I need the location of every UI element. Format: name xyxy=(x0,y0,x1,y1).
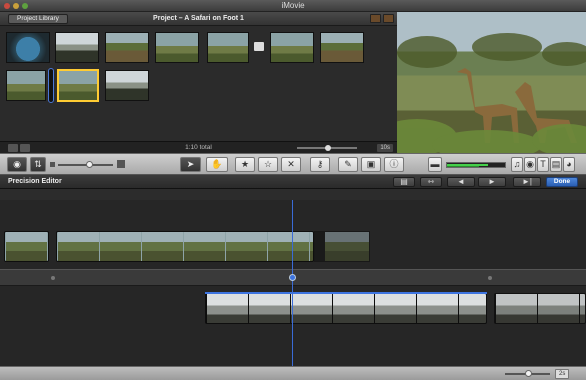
incoming-clip[interactable] xyxy=(205,293,487,324)
editor-zoom-slider[interactable] xyxy=(505,370,550,377)
main-toolbar: ◉ ⇅ ➤ ✋ ★ ☆ ✕ ⚷ ✎ ▣ ⓘ ▬ ♫ ◉ T ▤ ◕ xyxy=(0,153,586,175)
star-empty-icon[interactable]: ☆ xyxy=(258,157,278,172)
info-icon[interactable]: ⓘ xyxy=(384,157,404,172)
project-theme-icon[interactable] xyxy=(370,14,381,23)
large-thumb-icon xyxy=(117,160,125,168)
transition-view-button[interactable]: ⇿ xyxy=(420,177,442,187)
project-clip[interactable] xyxy=(155,32,199,63)
film-icon[interactable]: ▤ xyxy=(550,157,562,172)
project-clip[interactable] xyxy=(6,70,46,101)
clip-view-button[interactable]: ▤ xyxy=(393,177,415,187)
next-edit-button[interactable]: ► xyxy=(478,177,506,187)
project-clip[interactable] xyxy=(105,70,149,101)
project-clip[interactable] xyxy=(320,32,364,63)
edit-point-dot[interactable] xyxy=(51,276,55,280)
project-clip[interactable] xyxy=(6,32,50,63)
arrow-icon[interactable]: ➤ xyxy=(180,157,201,172)
text-icon[interactable]: T xyxy=(537,157,549,172)
project-pane-footer: 1:10 total 10s xyxy=(0,141,397,153)
edit-point-handle[interactable] xyxy=(289,274,296,281)
thumbnail-size-slider[interactable] xyxy=(58,161,113,168)
audio-level-meter xyxy=(446,162,506,168)
photo-icon[interactable]: ◉ xyxy=(524,157,536,172)
globe-icon[interactable]: ◕ xyxy=(563,157,575,172)
project-settings-icon[interactable] xyxy=(383,14,394,23)
key-icon[interactable]: ⚷ xyxy=(310,157,330,172)
precision-editor-area xyxy=(0,189,586,366)
giraffe-scene-image xyxy=(397,33,586,153)
project-browser: Project Library Project – A Safari on Fo… xyxy=(0,12,397,153)
outgoing-clip[interactable] xyxy=(56,231,314,262)
outgoing-clip-unused[interactable] xyxy=(314,231,370,262)
project-clip[interactable] xyxy=(270,32,314,63)
star-filled-icon[interactable]: ★ xyxy=(235,157,255,172)
music-icon[interactable]: ♫ xyxy=(511,157,523,172)
transition-icon[interactable] xyxy=(254,42,264,51)
reject-icon[interactable]: ✕ xyxy=(281,157,301,172)
outgoing-clip-previous[interactable] xyxy=(4,231,49,262)
window-title: iMovie xyxy=(281,1,305,10)
precision-editor-header: Precision Editor ▤ ⇿ ◄ ► ►| Done xyxy=(0,175,586,189)
editor-status-bar: 2s xyxy=(0,366,586,380)
editor-zoom-value: 2s xyxy=(555,369,570,379)
precision-edit-marker[interactable] xyxy=(48,68,54,103)
viewer[interactable] xyxy=(397,12,586,153)
project-clip-selected[interactable] xyxy=(57,69,99,102)
project-clip[interactable] xyxy=(105,32,149,63)
project-header: Project Library Project – A Safari on Fo… xyxy=(0,12,397,26)
project-clip[interactable] xyxy=(207,32,249,63)
playhead[interactable] xyxy=(292,200,293,366)
zoom-slider-knob[interactable] xyxy=(325,145,331,151)
play-edit-button[interactable]: ►| xyxy=(513,177,541,187)
thumbnail-slider-knob[interactable] xyxy=(86,161,93,168)
volume-icon[interactable]: ▬ xyxy=(428,157,442,172)
crop-icon[interactable]: ▣ xyxy=(361,157,381,172)
done-button[interactable]: Done xyxy=(546,177,578,187)
previous-edit-button[interactable]: ◄ xyxy=(447,177,475,187)
window-title-bar: iMovie xyxy=(0,0,586,12)
eyedropper-icon[interactable]: ✎ xyxy=(338,157,358,172)
project-zoom-slider[interactable] xyxy=(297,145,357,151)
incoming-clip-selection-line xyxy=(205,292,487,294)
hand-icon[interactable]: ✋ xyxy=(206,157,228,172)
incoming-clip-next[interactable] xyxy=(494,293,586,324)
audio-level-fill-secondary xyxy=(447,166,479,167)
precision-editor-title: Precision Editor xyxy=(8,178,62,185)
edit-point-dot[interactable] xyxy=(488,276,492,280)
editor-zoom-knob[interactable] xyxy=(525,370,532,377)
small-thumb-icon xyxy=(50,162,55,167)
camera-icon[interactable]: ◉ xyxy=(7,157,27,172)
swap-icon[interactable]: ⇅ xyxy=(30,157,46,172)
project-zoom-value: 10s xyxy=(377,144,393,152)
project-title: Project – A Safari on Foot 1 xyxy=(153,15,244,22)
project-clip[interactable] xyxy=(55,32,99,63)
